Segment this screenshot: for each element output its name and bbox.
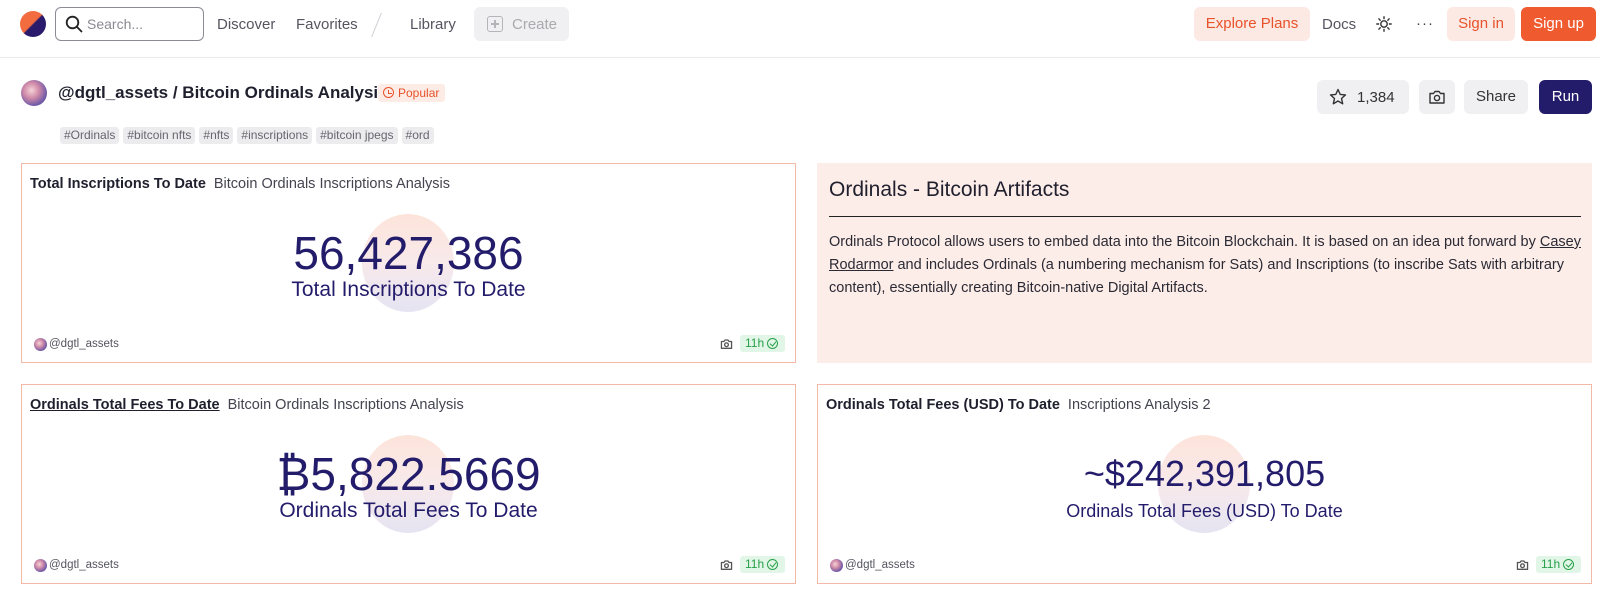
counter-card-total-fees-usd: Ordinals Total Fees (USD) To Date Inscrip… [817,384,1592,584]
explore-plans-button[interactable]: Explore Plans [1194,7,1310,41]
owner-avatar-small[interactable] [830,559,843,572]
tag-nfts[interactable]: #nfts [199,127,234,144]
refresh-age-badge: 11h [1536,556,1581,573]
refresh-age: 11h [745,557,765,571]
owner-name[interactable]: @dgtl_assets [49,338,119,350]
camera-icon[interactable] [1516,559,1529,571]
plus-square-icon [487,16,503,32]
tag-ordinals[interactable]: #Ordinals [60,127,120,144]
paragraph-text-start: Ordinals Protocol allows users to embed … [829,234,1540,250]
owner-avatar-small[interactable] [34,338,47,351]
nav-divider [371,12,382,38]
counter-label: Total Inscriptions To Date [291,278,526,301]
top-navigation: Discover Favorites Library Create Explor… [0,0,1600,58]
text-card-paragraph: Ordinals Protocol allows users to embed … [829,231,1581,300]
search-icon [65,15,83,33]
owner-name[interactable]: @dgtl_assets [49,559,119,571]
card-header: Ordinals Total Fees (USD) To Date Inscrip… [826,397,1211,413]
refresh-age-badge: 11h [740,556,785,573]
heading-rule [829,216,1581,217]
refresh-age: 11h [1541,557,1561,571]
counter-label: Ordinals Total Fees To Date [279,499,538,522]
more-menu-icon[interactable]: ··· [1416,15,1434,32]
tag-list: #Ordinals #bitcoin nfts #nfts #inscripti… [60,127,434,144]
check-circle-icon [767,559,778,570]
counter-card-total-inscriptions: Total Inscriptions To Date Bitcoin Ordina… [21,163,796,363]
card-subtitle[interactable]: Bitcoin Ordinals Inscriptions Analysis [228,397,464,413]
refresh-age-badge: 11h [740,335,785,352]
nav-library-link[interactable]: Library [410,16,456,33]
text-card-ordinals-intro: Ordinals - Bitcoin Artifacts Ordinals Pr… [817,163,1592,363]
card-header: Ordinals Total Fees To Date Bitcoin Ordin… [30,397,464,413]
owner-avatar-small[interactable] [34,559,47,572]
counter-label: Ordinals Total Fees (USD) To Date [1066,501,1343,521]
owner-avatar[interactable] [21,80,47,106]
counter-value: ₿5,822.5669 [276,448,541,500]
card-subtitle[interactable]: Bitcoin Ordinals Inscriptions Analysis [214,176,450,192]
clock-icon [383,87,394,98]
card-header: Total Inscriptions To Date Bitcoin Ordina… [30,176,450,192]
owner-name[interactable]: @dgtl_assets [845,559,915,571]
sign-up-button[interactable]: Sign up [1521,7,1596,41]
popular-badge: Popular [378,84,446,102]
card-title[interactable]: Total Inscriptions To Date [30,176,206,192]
card-subtitle[interactable]: Inscriptions Analysis 2 [1068,397,1211,413]
star-icon [1329,88,1347,105]
tag-bitcoin-nfts[interactable]: #bitcoin nfts [123,127,196,144]
camera-icon[interactable] [720,338,733,350]
camera-icon [1429,90,1445,104]
star-count: 1,384 [1357,89,1395,106]
tag-bitcoin-jpegs[interactable]: #bitcoin jpegs [316,127,398,144]
search-input[interactable] [87,14,197,34]
counter-value: ~$242,391,805 [1083,453,1326,494]
run-button[interactable]: Run [1539,80,1592,114]
refresh-age: 11h [745,336,765,350]
card-title[interactable]: Ordinals Total Fees (USD) To Date [826,397,1060,413]
camera-icon[interactable] [720,559,733,571]
card-title[interactable]: Ordinals Total Fees To Date [30,397,220,413]
counter-card-total-fees: Ordinals Total Fees To Date Bitcoin Ordin… [21,384,796,584]
docs-link[interactable]: Docs [1322,16,1356,33]
text-card-heading: Ordinals - Bitcoin Artifacts [829,178,1070,201]
popular-badge-label: Popular [398,86,440,100]
dashboard-title[interactable]: @dgtl_assets / Bitcoin Ordinals Analysis [58,83,388,103]
search-box[interactable] [55,7,204,41]
star-button[interactable]: 1,384 [1317,80,1409,114]
create-button-label: Create [512,16,558,33]
check-circle-icon [1563,559,1574,570]
paragraph-text-end: and includes Ordinals (a numbering mecha… [829,257,1564,296]
check-circle-icon [767,338,778,349]
tag-ord[interactable]: #ord [401,127,434,144]
theme-toggle-sun-icon[interactable] [1376,16,1392,32]
sign-in-button[interactable]: Sign in [1447,7,1515,41]
share-button[interactable]: Share [1464,80,1528,114]
app-logo[interactable] [20,11,46,37]
snapshot-button[interactable] [1419,80,1455,114]
nav-favorites-link[interactable]: Favorites [296,16,358,33]
nav-discover-link[interactable]: Discover [217,16,275,33]
counter-value: 56,427,386 [293,227,524,279]
create-button[interactable]: Create [474,7,569,41]
tag-inscriptions[interactable]: #inscriptions [237,127,313,144]
